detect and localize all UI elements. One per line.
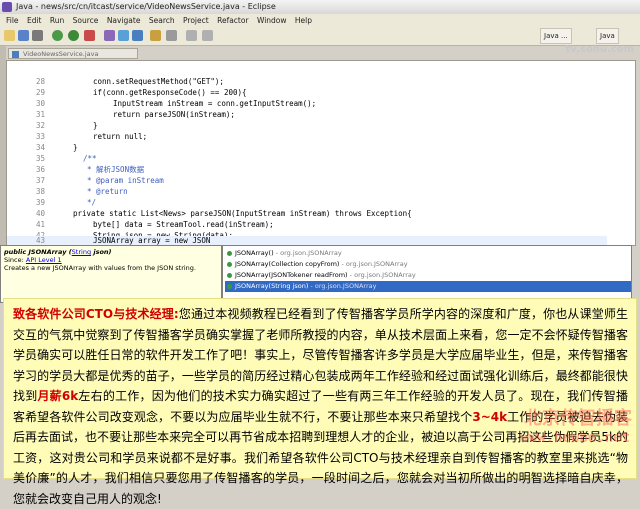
constructor-icon: [227, 262, 232, 267]
code-editor[interactable]: 28 conn.setRequestMethod("GET"); 29 if(con…: [6, 60, 636, 246]
code-line: 37 * @param inStream: [35, 176, 164, 185]
window-title-bar: Java - news/src/cn/itcast/service/VideoN…: [0, 0, 640, 14]
constructor-icon: [227, 273, 232, 278]
caption-highlight-salary: 月薪6k: [37, 389, 79, 403]
perspective-java-ee[interactable]: Java ...: [540, 28, 572, 44]
external-tools-icon[interactable]: [84, 30, 95, 41]
menu-edit[interactable]: Edit: [27, 14, 42, 27]
code-line: 34}: [35, 143, 78, 152]
code-line: 35/**: [35, 154, 97, 163]
debug-icon[interactable]: [52, 30, 63, 41]
menu-run[interactable]: Run: [50, 14, 64, 27]
new-class-icon[interactable]: [132, 30, 143, 41]
code-line: 38 * @return: [35, 187, 128, 196]
menu-refactor[interactable]: Refactor: [217, 14, 248, 27]
proposal-item[interactable]: JSONArray(JSONTokener readFrom) - org.js…: [225, 270, 631, 281]
code-line: 41 byte[] data = StreamTool.read(inStream…: [35, 220, 274, 229]
code-line: 29 if(conn.getResponseCode() == 200){: [35, 88, 247, 97]
window-title: Java - news/src/cn/itcast/service/VideoN…: [16, 2, 276, 11]
javadoc-signature: public JSONArray (String json): [4, 248, 112, 256]
editor-tab[interactable]: VideoNewsService.java: [8, 48, 138, 59]
javadoc-popup: public JSONArray (String json) Since: AP…: [0, 245, 222, 303]
perspective-java[interactable]: Java: [596, 28, 619, 44]
menu-bar: File Edit Run Source Navigate Search Pro…: [0, 14, 640, 27]
code-line: 40 private static List<News> parseJSON(In…: [35, 209, 412, 218]
new-java-project-icon[interactable]: [104, 30, 115, 41]
javadoc-body: Creates a new JSONArray with values from…: [4, 264, 196, 272]
code-line: 39 */: [35, 198, 97, 207]
run-icon[interactable]: [68, 30, 79, 41]
proposal-item[interactable]: JSONArray() - org.json.JSONArray: [225, 248, 631, 259]
watermark-top: tv.sohu.com: [565, 44, 634, 55]
search-icon[interactable]: [166, 30, 177, 41]
content-assist-list[interactable]: JSONArray() - org.json.JSONArray JSONArr…: [222, 245, 632, 299]
open-type-icon[interactable]: [150, 30, 161, 41]
promo-caption-overlay: 致各软件公司CTO与技术经理:您通过本视频教程已经看到了传智播客学员所学内容的深…: [3, 298, 637, 506]
watermark-bottom: www.hewbe.net: [520, 430, 630, 446]
javadoc-api-level-link[interactable]: API Level 1: [26, 256, 62, 264]
save-icon[interactable]: [18, 30, 29, 41]
code-line: 30 InputStream inStream = conn.getInputSt…: [35, 99, 317, 108]
watermark-mid: 北京传智播客: [524, 408, 632, 429]
back-icon[interactable]: [186, 30, 197, 41]
javadoc-string-link[interactable]: String: [72, 248, 91, 256]
menu-navigate[interactable]: Navigate: [107, 14, 141, 27]
code-line: 33 return null;: [35, 132, 148, 141]
eclipse-app-icon: [2, 2, 12, 12]
code-line: 36 * 解析JSON数据: [35, 165, 145, 174]
print-icon[interactable]: [32, 30, 43, 41]
caption-lead: 致各软件公司CTO与技术经理:: [13, 307, 179, 321]
menu-source[interactable]: Source: [73, 14, 99, 27]
new-package-icon[interactable]: [118, 30, 129, 41]
menu-window[interactable]: Window: [257, 14, 287, 27]
menu-search[interactable]: Search: [149, 14, 175, 27]
code-line: 28 conn.setRequestMethod("GET");: [35, 77, 224, 86]
menu-file[interactable]: File: [6, 14, 19, 27]
new-icon[interactable]: [4, 30, 15, 41]
forward-icon[interactable]: [202, 30, 213, 41]
proposal-item[interactable]: JSONArray(Collection copyFrom) - org.jso…: [225, 259, 631, 270]
constructor-icon: [227, 251, 232, 256]
constructor-icon: [227, 284, 232, 289]
code-line: 32}: [35, 121, 98, 130]
code-line: 31 return parseJSON(inStream);: [35, 110, 235, 119]
caption-highlight-range: 3~4k: [472, 409, 508, 424]
java-file-icon: [12, 51, 19, 58]
javadoc-since: Since: API Level 1: [4, 256, 62, 264]
menu-help[interactable]: Help: [295, 14, 312, 27]
proposal-item-selected[interactable]: JSONArray(String json) - org.json.JSONAr…: [225, 281, 631, 292]
editor-tab-label: VideoNewsService.java: [23, 50, 99, 58]
menu-project[interactable]: Project: [183, 14, 209, 27]
